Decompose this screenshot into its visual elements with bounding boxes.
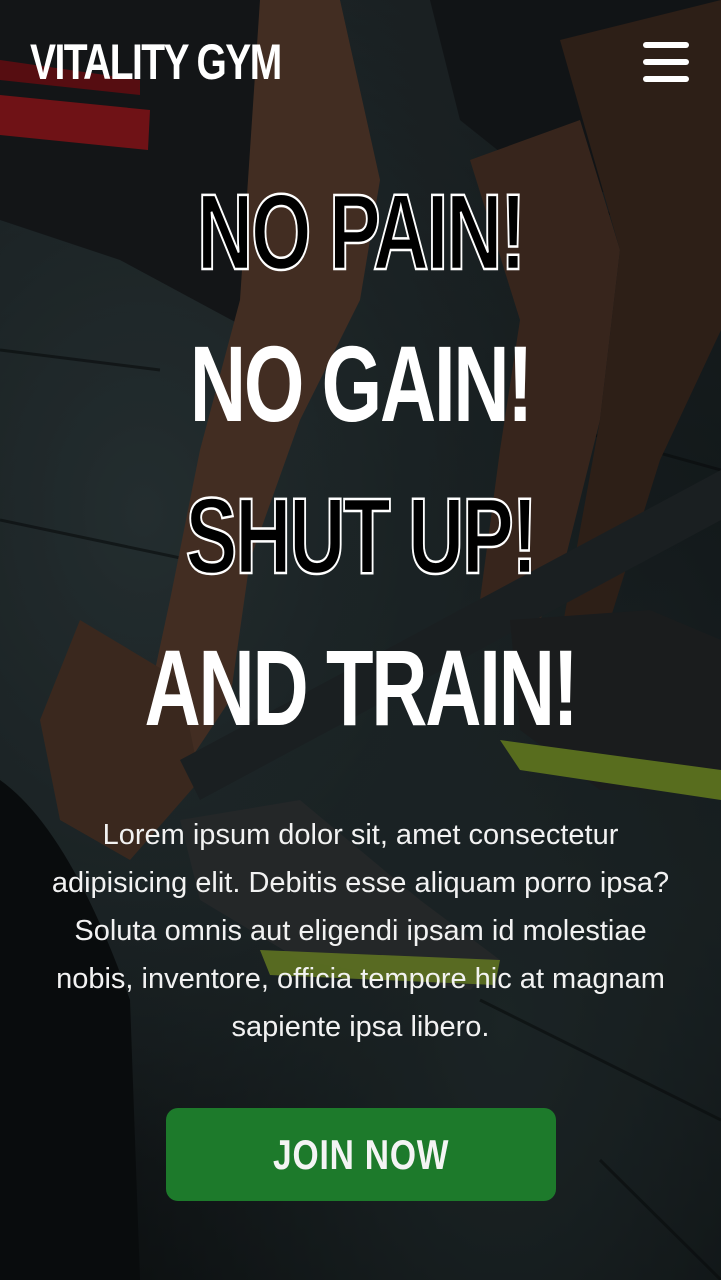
headline-line-2: NO GAIN! [189,323,533,444]
hero-page: VITALITY GYM NO PAIN! NO GAIN! SHUT UP! … [0,0,721,1280]
headline-line-4: AND TRAIN! [144,627,579,748]
menu-bar-top [643,42,689,48]
brand-logo[interactable]: VITALITY GYM [30,37,282,87]
site-header: VITALITY GYM [30,30,689,94]
join-now-button[interactable]: JOIN NOW [166,1108,556,1201]
hero-headline: NO PAIN! NO GAIN! SHUT UP! AND TRAIN! [0,171,721,783]
join-now-label: JOIN NOW [272,1130,450,1178]
menu-bar-middle [643,59,689,65]
menu-bar-bottom [643,76,689,82]
hero-description: Lorem ipsum dolor sit, amet consectetur … [51,819,670,1043]
headline-line-3: SHUT UP! [185,475,539,596]
hamburger-menu-icon[interactable] [643,42,689,82]
headline-line-1: NO PAIN! [196,171,527,292]
